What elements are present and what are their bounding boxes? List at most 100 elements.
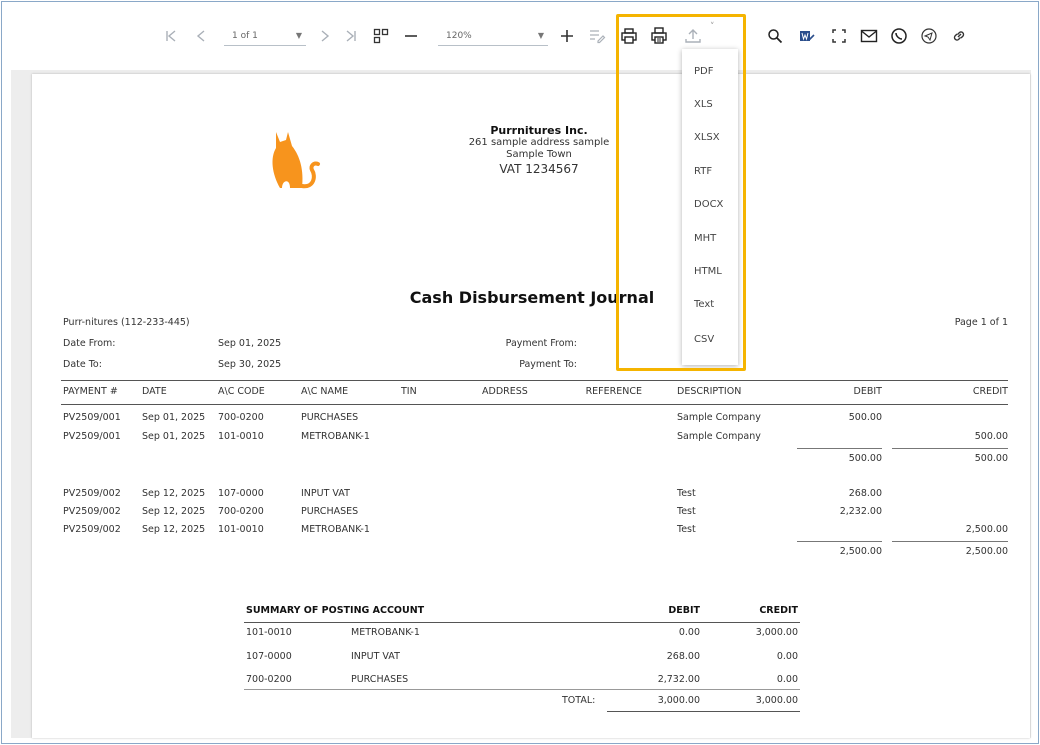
row-payment: PV2509/002 <box>63 506 121 517</box>
col-credit: CREDIT <box>972 386 1008 397</box>
table-top-rule <box>61 380 1008 381</box>
report-title: Cash Disbursement Journal <box>409 288 655 307</box>
row-payment: PV2509/001 <box>63 412 121 423</box>
summary-code: 107-0000 <box>246 651 292 662</box>
table-header-rule <box>61 404 1008 405</box>
summary-debit-header: DEBIT <box>668 605 700 616</box>
row-code: 700-0200 <box>218 412 264 423</box>
export-xls[interactable]: XLS <box>682 92 738 116</box>
next-page-icon[interactable] <box>314 24 336 48</box>
entity-label: Purr-nitures (112-233-445) <box>63 317 190 328</box>
row-credit: 2,500.00 <box>965 524 1008 535</box>
date-from-value: Sep 01, 2025 <box>218 338 282 349</box>
row-date: Sep 12, 2025 <box>142 488 206 499</box>
export-rtf[interactable]: RTF <box>682 159 738 183</box>
export-text[interactable]: Text <box>682 292 738 316</box>
date-to-label: Date To: <box>63 359 102 370</box>
export-docx[interactable]: DOCX <box>682 192 738 216</box>
date-to-value: Sep 30, 2025 <box>218 359 282 370</box>
col-debit: DEBIT <box>853 386 882 397</box>
previous-page-icon[interactable] <box>190 24 212 48</box>
export-html[interactable]: HTML <box>682 259 738 283</box>
subtotal-rule <box>797 448 882 449</box>
row-payment: PV2509/002 <box>63 524 121 535</box>
zoom-select-value: 120% <box>446 30 472 41</box>
company-vat: VAT 1234567 <box>499 162 579 176</box>
print-page-icon[interactable] <box>648 24 670 48</box>
row-name: METROBANK-1 <box>301 524 370 535</box>
row-code: 101-0010 <box>218 431 264 442</box>
export-format-menu: PDF XLS XLSX RTF DOCX MHT HTML Text CSV <box>682 49 738 365</box>
export-pdf[interactable]: PDF <box>682 59 738 83</box>
row-code: 107-0000 <box>218 488 264 499</box>
summary-title: SUMMARY OF POSTING ACCOUNT <box>246 605 425 616</box>
company-address-line2: Sample Town <box>506 149 572 160</box>
summary-debit: 0.00 <box>678 627 700 638</box>
export-icon[interactable] <box>682 24 704 48</box>
row-debit: 268.00 <box>848 488 882 499</box>
summary-credit: 0.00 <box>776 651 798 662</box>
summary-total-underline <box>607 711 800 712</box>
page-select-value: 1 of 1 <box>232 30 258 41</box>
page-select[interactable]: 1 of 1 ▼ <box>224 26 306 46</box>
row-description: Sample Company <box>677 431 761 442</box>
export-csv[interactable]: CSV <box>682 327 738 351</box>
last-page-icon[interactable] <box>340 24 362 48</box>
first-page-icon[interactable] <box>160 24 182 48</box>
zoom-select[interactable]: 120% ▼ <box>438 26 548 46</box>
row-name: PURCHASES <box>301 412 359 423</box>
report-page: Purrnitures Inc. 261 sample address samp… <box>32 74 1030 738</box>
search-icon[interactable] <box>764 24 786 48</box>
subtotal-rule <box>892 448 1008 449</box>
col-payment: PAYMENT # <box>63 386 118 397</box>
row-code: 101-0010 <box>218 524 264 535</box>
report-viewport[interactable]: Purrnitures Inc. 261 sample address samp… <box>11 70 1031 738</box>
row-date: Sep 12, 2025 <box>142 524 206 535</box>
whatsapp-icon[interactable] <box>888 24 910 48</box>
edit-parameters-icon[interactable] <box>586 24 608 48</box>
page-indicator: Page 1 of 1 <box>954 317 1008 328</box>
cat-logo-icon <box>264 130 324 200</box>
export-xlsx[interactable]: XLSX <box>682 125 738 149</box>
col-ac-name: A\C NAME <box>301 386 349 397</box>
subtotal-rule <box>892 541 1008 542</box>
summary-credit: 0.00 <box>776 674 798 685</box>
row-payment: PV2509/002 <box>63 488 121 499</box>
export-mht[interactable]: MHT <box>682 226 738 250</box>
summary-total-debit: 3,000.00 <box>657 695 700 706</box>
payment-to-label: Payment To: <box>519 359 577 370</box>
chevron-down-icon: ▼ <box>295 31 302 40</box>
export-caret[interactable]: ˅ <box>710 22 715 32</box>
link-icon[interactable] <box>948 24 970 48</box>
summary-header-rule <box>244 622 800 623</box>
zoom-in-icon[interactable] <box>556 24 578 48</box>
print-icon[interactable] <box>618 24 640 48</box>
subtotal-debit: 500.00 <box>848 453 882 464</box>
summary-name: INPUT VAT <box>351 651 400 662</box>
telegram-icon[interactable] <box>918 24 940 48</box>
row-description: Test <box>677 524 696 535</box>
row-code: 700-0200 <box>218 506 264 517</box>
summary-credit: 3,000.00 <box>755 627 798 638</box>
multi-page-view-icon[interactable] <box>370 24 392 48</box>
payment-from-label: Payment From: <box>505 338 577 349</box>
row-date: Sep 01, 2025 <box>142 431 206 442</box>
summary-total-rule <box>244 689 800 690</box>
word-export-icon[interactable] <box>796 24 818 48</box>
summary-total-label: TOTAL: <box>562 695 596 706</box>
subtotal-credit: 2,500.00 <box>965 546 1008 557</box>
company-address-line1: 261 sample address sample <box>468 137 610 148</box>
row-description: Test <box>677 488 696 499</box>
subtotal-rule <box>797 541 882 542</box>
col-description: DESCRIPTION <box>677 386 742 397</box>
fullscreen-icon[interactable] <box>828 24 850 48</box>
col-date: DATE <box>142 386 167 397</box>
col-tin: TIN <box>401 386 417 397</box>
row-description: Sample Company <box>677 412 761 423</box>
subtotal-credit: 500.00 <box>974 453 1008 464</box>
zoom-out-icon[interactable] <box>400 24 422 48</box>
toolbar: 1 of 1 ▼ 120% ▼ ˅ <box>2 2 1038 70</box>
email-icon[interactable] <box>858 24 880 48</box>
row-name: METROBANK-1 <box>301 431 370 442</box>
row-name: INPUT VAT <box>301 488 350 499</box>
